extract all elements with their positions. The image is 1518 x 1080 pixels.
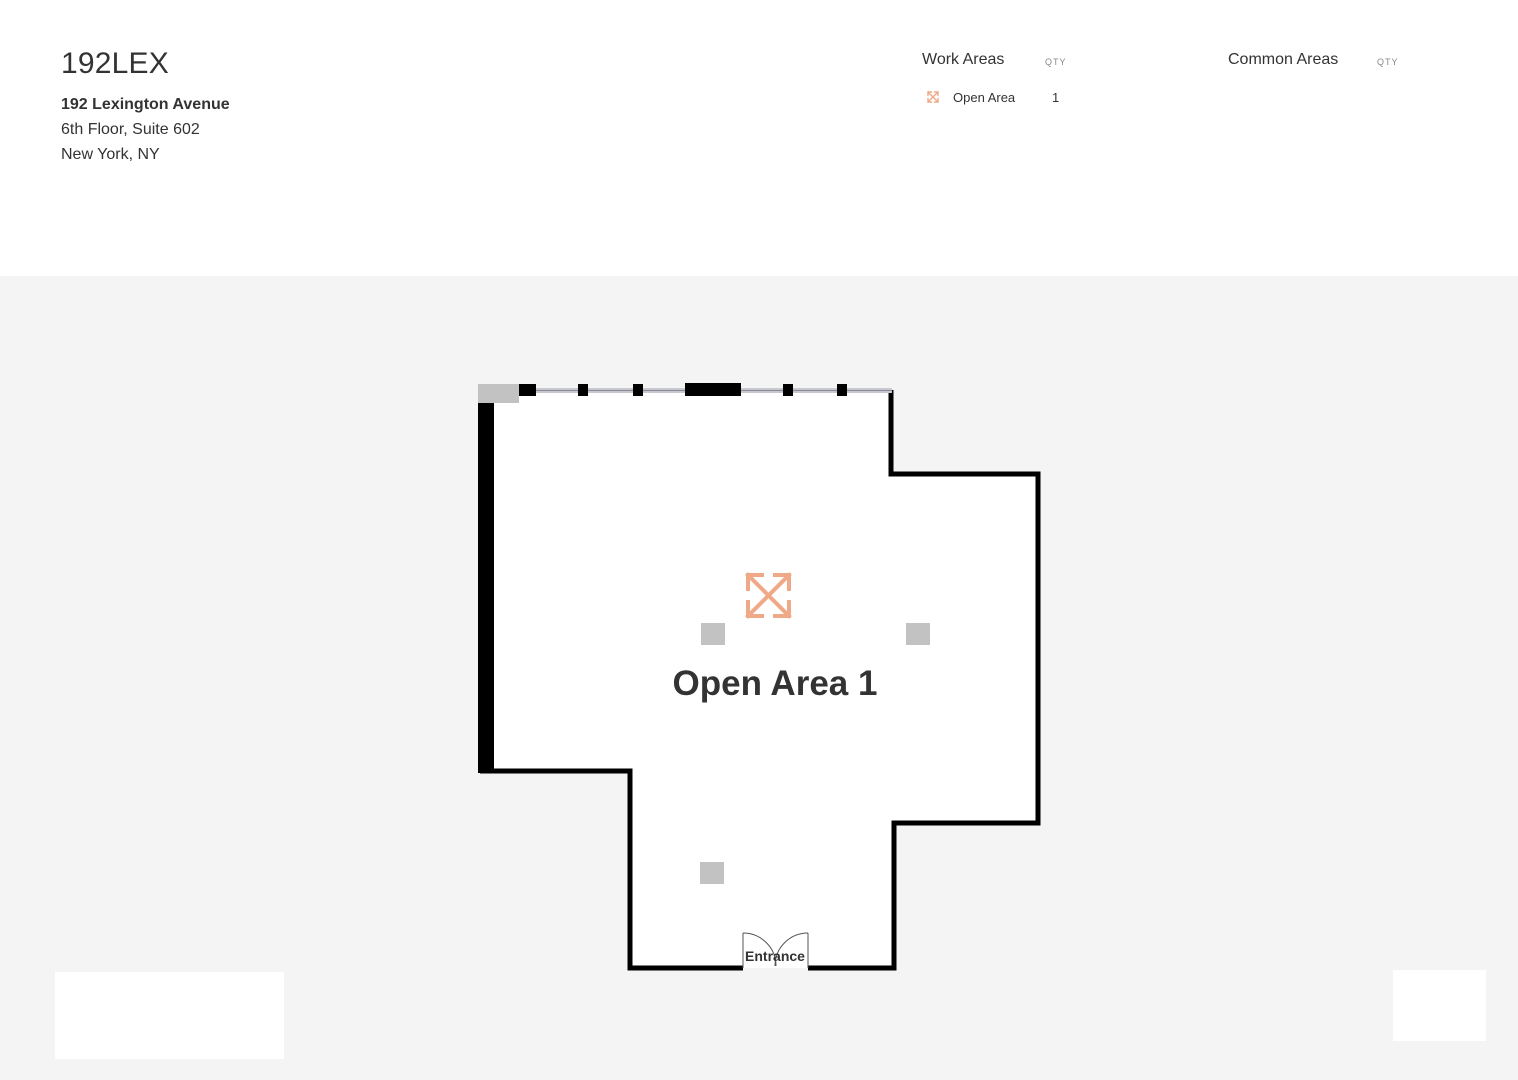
common-areas-title: Common Areas — [1228, 51, 1339, 68]
floorplan: Entrance Open Area 1 — [478, 383, 1041, 971]
column — [906, 623, 930, 645]
address-suite: 6th Floor, Suite 602 — [61, 121, 200, 138]
window-mullion — [837, 384, 847, 396]
header: 192LEX 192 Lexington Avenue 6th Floor, S… — [0, 0, 1518, 276]
address-street: 192 Lexington Avenue — [61, 96, 230, 113]
work-areas-qty-header: QTY — [1045, 57, 1067, 67]
footer-panel-right — [1393, 970, 1486, 1041]
column — [701, 623, 725, 645]
work-areas-title: Work Areas — [922, 51, 1005, 68]
corner-column — [478, 384, 519, 403]
window-mullion — [633, 384, 643, 396]
window-mullion — [519, 384, 536, 396]
building-name: 192LEX — [61, 47, 169, 80]
legend-item-label: Open Area — [953, 90, 1016, 105]
floorplan-canvas: Entrance Open Area 1 — [0, 276, 1518, 1080]
address-city: New York, NY — [61, 146, 160, 163]
footer-panel-left — [55, 972, 284, 1059]
common-areas-qty-header: QTY — [1377, 57, 1399, 67]
entrance-label: Entrance — [745, 948, 805, 964]
legend-item-qty: 1 — [1052, 90, 1060, 105]
window-mullion — [783, 384, 793, 396]
window-mullion — [578, 384, 588, 396]
column — [700, 862, 724, 884]
window-pier — [685, 383, 741, 396]
room-label: Open Area 1 — [673, 664, 878, 703]
expand-arrows-icon — [927, 91, 939, 103]
